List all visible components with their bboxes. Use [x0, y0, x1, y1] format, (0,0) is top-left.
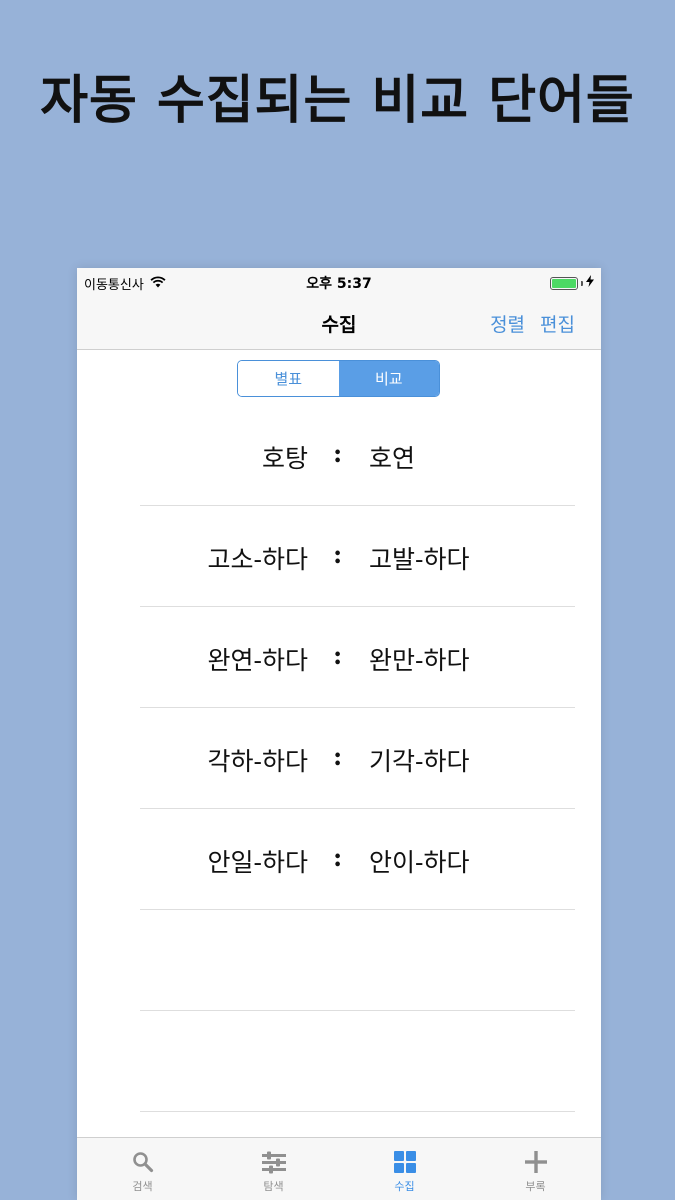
tab-bar: 검색 탐색 수집 부록	[77, 1137, 601, 1200]
word-left: 호탕	[261, 444, 308, 473]
tab-label: 부록	[525, 1180, 546, 1193]
list-item[interactable]: 안일-하다 : 안이-하다	[140, 809, 575, 910]
word-right: 호연	[369, 444, 416, 473]
tab-label: 검색	[132, 1180, 153, 1193]
separator: :	[333, 641, 343, 670]
search-icon	[131, 1150, 155, 1174]
tab-search[interactable]: 검색	[77, 1138, 208, 1200]
sliders-icon	[261, 1150, 287, 1174]
word-left: 완연-하다	[207, 646, 308, 675]
empty-list-item	[140, 1011, 575, 1112]
word-right: 완만-하다	[369, 646, 470, 675]
word-left: 고소-하다	[207, 545, 308, 574]
grid-icon	[393, 1150, 417, 1174]
battery-group	[550, 275, 594, 291]
segment-compare[interactable]: 비교	[338, 361, 439, 396]
navigation-bar: 수집 정렬 편집	[77, 296, 601, 350]
word-left: 각하-하다	[207, 747, 308, 776]
status-bar: 이동통신사 오후 5:37	[77, 268, 601, 296]
battery-tip	[581, 280, 583, 286]
list-item[interactable]: 각하-하다 : 기각-하다	[140, 708, 575, 809]
bolt-icon	[586, 275, 594, 291]
list-item[interactable]: 완연-하다 : 완만-하다	[140, 607, 575, 708]
tab-explore[interactable]: 탐색	[208, 1138, 339, 1200]
separator: :	[333, 540, 343, 569]
phone-screen: 이동통신사 오후 5:37 수집 정렬 편집 별표 비교 호탕: 호연 고소-…	[77, 268, 601, 1200]
edit-button[interactable]: 편집	[540, 310, 575, 337]
segment-starred[interactable]: 별표	[238, 361, 339, 396]
status-time: 오후 5:37	[306, 276, 372, 292]
battery-full-icon	[550, 276, 578, 290]
headline: 자동 수집되는 비교 단어들	[40, 71, 635, 131]
list-item[interactable]: 호탕 : 호연	[140, 405, 575, 506]
tab-collect[interactable]: 수집	[339, 1138, 470, 1200]
separator: :	[333, 439, 343, 468]
word-right: 기각-하다	[369, 747, 470, 776]
tab-label: 수집	[394, 1180, 415, 1193]
plus-icon	[524, 1150, 548, 1174]
sort-button[interactable]: 정렬	[490, 310, 525, 337]
word-right: 고발-하다	[369, 545, 470, 574]
segmented-control: 별표 비교	[237, 360, 440, 397]
separator: :	[333, 742, 343, 771]
comparison-list: 호탕 : 호연 고소-하다 : 고발-하다 완연-하다 : 완만-하다 각하-하…	[77, 405, 601, 1112]
nav-actions: 정렬 편집	[490, 310, 575, 337]
list-item[interactable]: 고소-하다 : 고발-하다	[140, 506, 575, 607]
tab-appendix[interactable]: 부록	[470, 1138, 601, 1200]
separator: :	[333, 843, 343, 872]
word-left: 안일-하다	[207, 848, 308, 877]
empty-list-item	[140, 910, 575, 1011]
word-right: 안이-하다	[369, 848, 470, 877]
tab-label: 탐색	[263, 1180, 284, 1193]
